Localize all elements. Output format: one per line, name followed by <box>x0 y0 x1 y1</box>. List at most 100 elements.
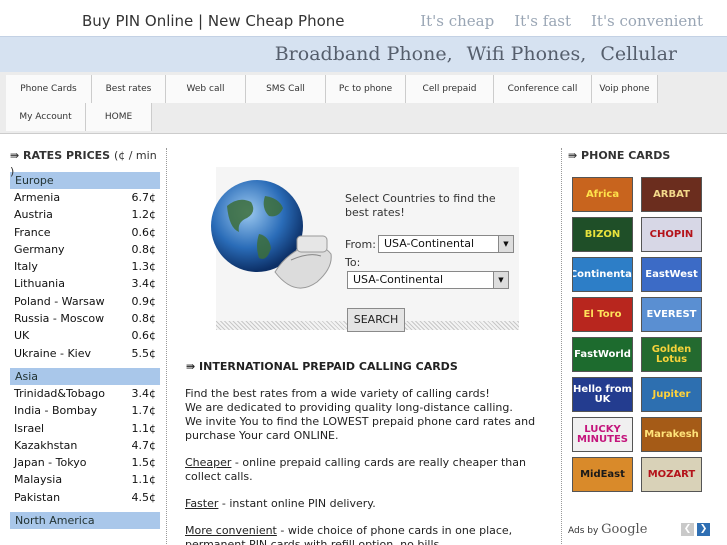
phone-cards-title: ⇛ PHONE CARDS <box>568 149 670 162</box>
rate-country: Japan - Tokyo <box>14 456 87 470</box>
intro-line-3: We invite You to find the LOWEST prepaid… <box>185 415 536 442</box>
rate-value: 1.1¢ <box>131 421 157 435</box>
phone-card[interactable]: LUCKY MINUTES <box>572 417 633 452</box>
main-nav: Phone Cards Best rates Web call SMS Call… <box>0 72 727 134</box>
phone-card[interactable]: Africa <box>572 177 633 212</box>
previous-arrow-icon[interactable]: ❮ <box>681 523 694 536</box>
rate-country: India - Bombay <box>14 404 98 418</box>
rate-row: India - Bombay 1.7¢ <box>10 402 160 419</box>
slogan-fast: It's fast <box>514 12 571 30</box>
faster-text: - instant online PIN delivery. <box>218 497 376 510</box>
rate-country: Israel <box>14 421 45 435</box>
arrow-icon: ⇛ <box>568 149 582 162</box>
nav-cell-prepaid[interactable]: Cell prepaid <box>406 75 494 103</box>
rate-value: 0.8¢ <box>131 242 157 256</box>
nav-phone-cards[interactable]: Phone Cards <box>6 75 92 103</box>
cheaper-text: - online prepaid calling cards are reall… <box>185 456 526 483</box>
nav-conference-call[interactable]: Conference call <box>494 75 592 103</box>
rate-value: 0.6¢ <box>131 329 157 343</box>
to-country-value: USA-Continental <box>353 273 444 286</box>
slogan-cheap: It's cheap <box>420 12 495 30</box>
chevron-down-icon: ▼ <box>493 272 508 288</box>
rate-value: 0.9¢ <box>131 294 157 308</box>
phone-card[interactable]: EVEREST <box>641 297 702 332</box>
rate-value: 3.4¢ <box>131 386 157 400</box>
rate-country: Malaysia <box>14 473 63 487</box>
rates-sidebar: ⇛ RATES PRICES (¢ / min ) Europe Armenia 6… <box>10 148 160 530</box>
phone-card[interactable]: MOZART <box>641 457 702 492</box>
nav-voip-phone[interactable]: Voip phone <box>592 75 658 103</box>
rate-country: UK <box>14 329 30 343</box>
faster-link[interactable]: Faster <box>185 497 218 510</box>
rate-value: 6.7¢ <box>131 191 157 204</box>
product-banner: Broadband Phone, Wifi Phones, Cellular <box>275 43 677 65</box>
content-title-text: INTERNATIONAL PREPAID CALLING CARDS <box>199 360 458 373</box>
rate-country: Lithuania <box>14 277 65 291</box>
rate-row: UK 0.6¢ <box>10 327 160 344</box>
product-cellular: Cellular <box>600 43 677 65</box>
nav-best-rates[interactable]: Best rates <box>92 75 166 103</box>
intro-paragraph: Find the best rates from a wide variety … <box>185 387 547 443</box>
phone-cards-title-text: PHONE CARDS <box>581 149 671 162</box>
phone-card[interactable]: BIZON <box>572 217 633 252</box>
phone-card[interactable]: EastWest <box>641 257 702 292</box>
rate-row: Israel 1.1¢ <box>10 420 160 437</box>
next-arrow-icon[interactable]: ❯ <box>697 523 710 536</box>
from-country-select[interactable]: USA-Continental ▼ <box>378 235 514 253</box>
rate-country: Trinidad&Tobago <box>14 386 106 400</box>
phone-card[interactable]: Hello from UK <box>572 377 633 412</box>
divider-right <box>561 148 562 545</box>
rates-regions: Europe Armenia 6.7¢ Austria 1.2¢ France 0.6¢ Ge… <box>10 172 160 530</box>
search-prompt: Select Countries to find the best rates! <box>345 192 496 219</box>
globe-phone-icon <box>211 180 332 289</box>
ads-prefix: Ads by <box>568 526 602 536</box>
ads-brand: Google <box>601 522 648 537</box>
convenient-link[interactable]: More convenient <box>185 524 277 537</box>
rate-row: Poland - Warsaw 0.9¢ <box>10 293 160 310</box>
rate-row: Lithuania 3.4¢ <box>10 275 160 292</box>
rate-value: 1.1¢ <box>131 473 157 487</box>
rate-value: 0.6¢ <box>131 225 157 239</box>
nav-home[interactable]: HOME <box>86 103 152 131</box>
rate-row: France 0.6¢ <box>10 224 160 241</box>
nav-my-account[interactable]: My Account <box>6 103 86 131</box>
phone-card[interactable]: FastWorld <box>572 337 633 372</box>
phone-card[interactable]: Continental <box>572 257 633 292</box>
rate-row: Germany 0.8¢ <box>10 241 160 258</box>
chevron-down-icon: ▼ <box>498 236 513 252</box>
phone-card[interactable]: ARBAT <box>641 177 702 212</box>
cheaper-paragraph: Cheaper - online prepaid calling cards a… <box>185 456 547 484</box>
phone-card[interactable]: El Toro <box>572 297 633 332</box>
from-country-value: USA-Continental <box>384 237 475 250</box>
product-wifi: Wifi Phones, <box>466 43 587 65</box>
slogan-convenient: It's convenient <box>590 12 703 30</box>
rates-title: ⇛ RATES PRICES (¢ / min ) <box>10 148 160 178</box>
to-country-select[interactable]: USA-Continental ▼ <box>347 271 509 289</box>
rate-value: 1.7¢ <box>131 404 157 418</box>
phone-card[interactable]: MidEast <box>572 457 633 492</box>
rate-row: Armenia 6.7¢ <box>10 189 160 206</box>
rate-row: Ukraine - Kiev 5.5¢ <box>10 345 160 362</box>
phone-card[interactable]: Marakesh <box>641 417 702 452</box>
rate-row: Pakistan 4.5¢ <box>10 489 160 506</box>
nav-sms-call[interactable]: SMS Call <box>246 75 326 103</box>
rate-value: 1.2¢ <box>131 208 157 222</box>
arrow-icon: ⇛ <box>10 149 24 162</box>
rate-row: Japan - Tokyo 1.5¢ <box>10 454 160 471</box>
rate-value: 4.5¢ <box>131 490 157 504</box>
phone-card[interactable]: Golden Lotus <box>641 337 702 372</box>
phone-card[interactable]: Jupiter <box>641 377 702 412</box>
slogans: It's cheap It's fast It's convenient <box>420 12 703 30</box>
rate-country: Poland - Warsaw <box>14 294 105 308</box>
nav-pc-to-phone[interactable]: Pc to phone <box>326 75 406 103</box>
rate-value: 1.3¢ <box>131 260 157 274</box>
search-button[interactable]: SEARCH <box>347 308 405 332</box>
from-label: From: <box>345 238 376 251</box>
rate-country: Russia - Moscow <box>14 312 105 326</box>
intro-line-2: We are dedicated to providing quality lo… <box>185 401 513 414</box>
rate-country: Armenia <box>14 191 61 204</box>
phone-card[interactable]: CHOPIN <box>641 217 702 252</box>
ads-by-google[interactable]: Ads by Google <box>568 522 647 537</box>
nav-web-call[interactable]: Web call <box>166 75 246 103</box>
cheaper-link[interactable]: Cheaper <box>185 456 231 469</box>
